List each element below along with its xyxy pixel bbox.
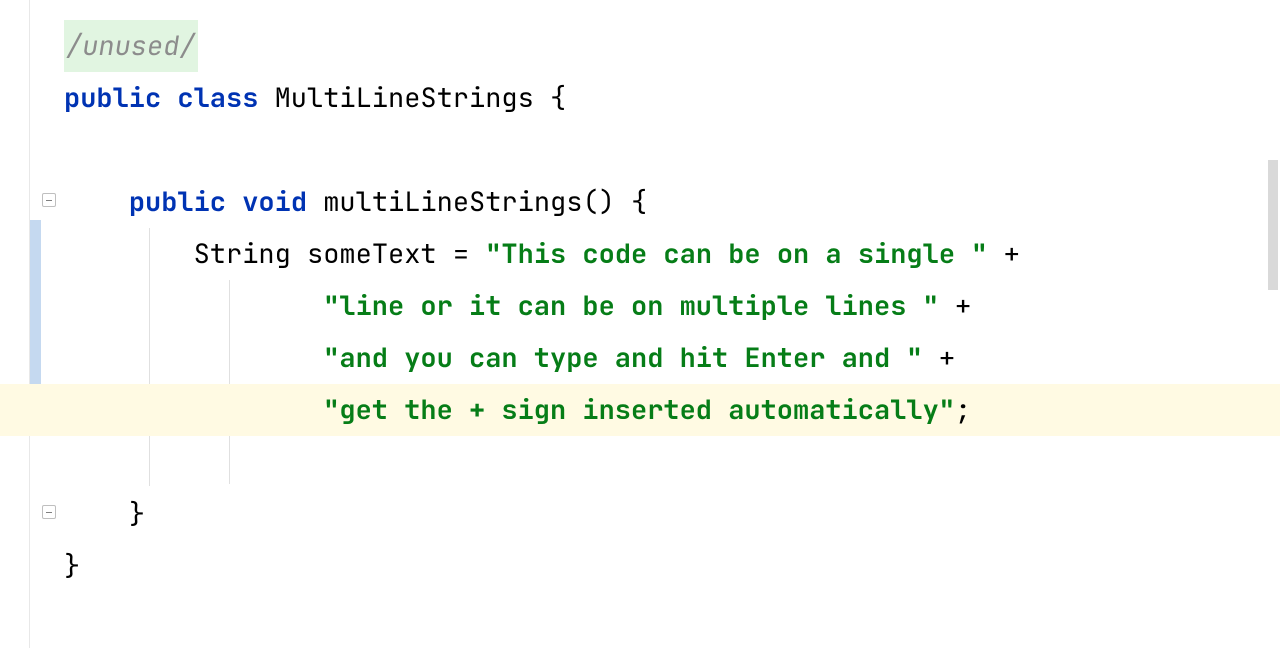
code-line-current[interactable]: "get the + sign inserted automatically"; [64, 384, 1280, 436]
current-line-gutter-highlight [0, 384, 64, 436]
gutter [0, 0, 30, 648]
inspection-highlight[interactable]: /unused/ [64, 20, 198, 72]
code-line[interactable]: public void multiLineStrings() { [64, 176, 1280, 228]
gutter-icons [42, 0, 64, 648]
fold-handle-icon[interactable] [42, 193, 56, 207]
code-line[interactable]: } [64, 488, 1280, 540]
fold-handle-icon[interactable] [42, 505, 56, 519]
code-editor[interactable]: /unused/ public class MultiLineStrings {… [0, 0, 1280, 648]
change-gutter [30, 0, 42, 648]
code-line[interactable]: /unused/ [64, 20, 1280, 72]
code-line[interactable]: String someText = "This code can be on a… [64, 228, 1280, 280]
scrollbar-vertical[interactable] [1266, 0, 1278, 648]
code-content[interactable]: /unused/ public class MultiLineStrings {… [64, 0, 1280, 648]
code-line[interactable]: } [64, 540, 1280, 592]
scrollbar-thumb[interactable] [1268, 160, 1278, 290]
code-line[interactable]: public class MultiLineStrings { [64, 72, 1280, 124]
code-line[interactable]: "line or it can be on multiple lines " + [64, 280, 1280, 332]
code-line[interactable] [64, 436, 1280, 488]
code-line[interactable] [64, 124, 1280, 176]
code-line[interactable]: "and you can type and hit Enter and " + [64, 332, 1280, 384]
